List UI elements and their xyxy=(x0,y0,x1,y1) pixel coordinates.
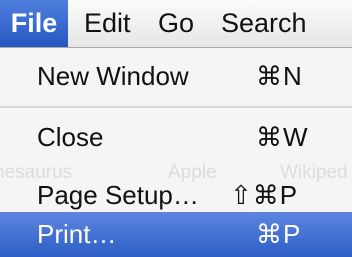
menu-item-shortcut: ⌘N xyxy=(256,61,303,91)
menubar-item-search[interactable]: Search xyxy=(221,0,307,47)
menu-item-shortcut: ⌘W xyxy=(256,122,309,152)
menu-item-label: New Window xyxy=(37,61,189,91)
menu-item-page-setup[interactable]: Page Setup… ⇧⌘P xyxy=(0,173,352,217)
screen: File Edit Go Search New Window ⌘N Close … xyxy=(0,0,352,257)
menu-item-label: Close xyxy=(37,122,104,152)
menu-item-close[interactable]: Close ⌘W xyxy=(0,115,352,159)
menu-item-label: Print… xyxy=(37,219,117,249)
menu-item-print[interactable]: Print… ⌘P xyxy=(0,212,352,257)
menu-item-new-window[interactable]: New Window ⌘N xyxy=(0,54,352,98)
menubar-item-go[interactable]: Go xyxy=(158,0,194,47)
menubar-item-edit[interactable]: Edit xyxy=(84,0,131,47)
menu-item-shortcut: ⇧⌘P xyxy=(230,180,299,210)
menu-separator xyxy=(0,106,352,109)
menubar-item-file[interactable]: File xyxy=(0,0,68,47)
menu-bar: File Edit Go Search xyxy=(0,0,352,48)
file-menu-dropdown: New Window ⌘N Close ⌘W hesaurus Apple Wi… xyxy=(0,48,352,257)
menu-item-label: Page Setup… xyxy=(37,180,199,210)
menu-item-shortcut: ⌘P xyxy=(256,219,302,249)
